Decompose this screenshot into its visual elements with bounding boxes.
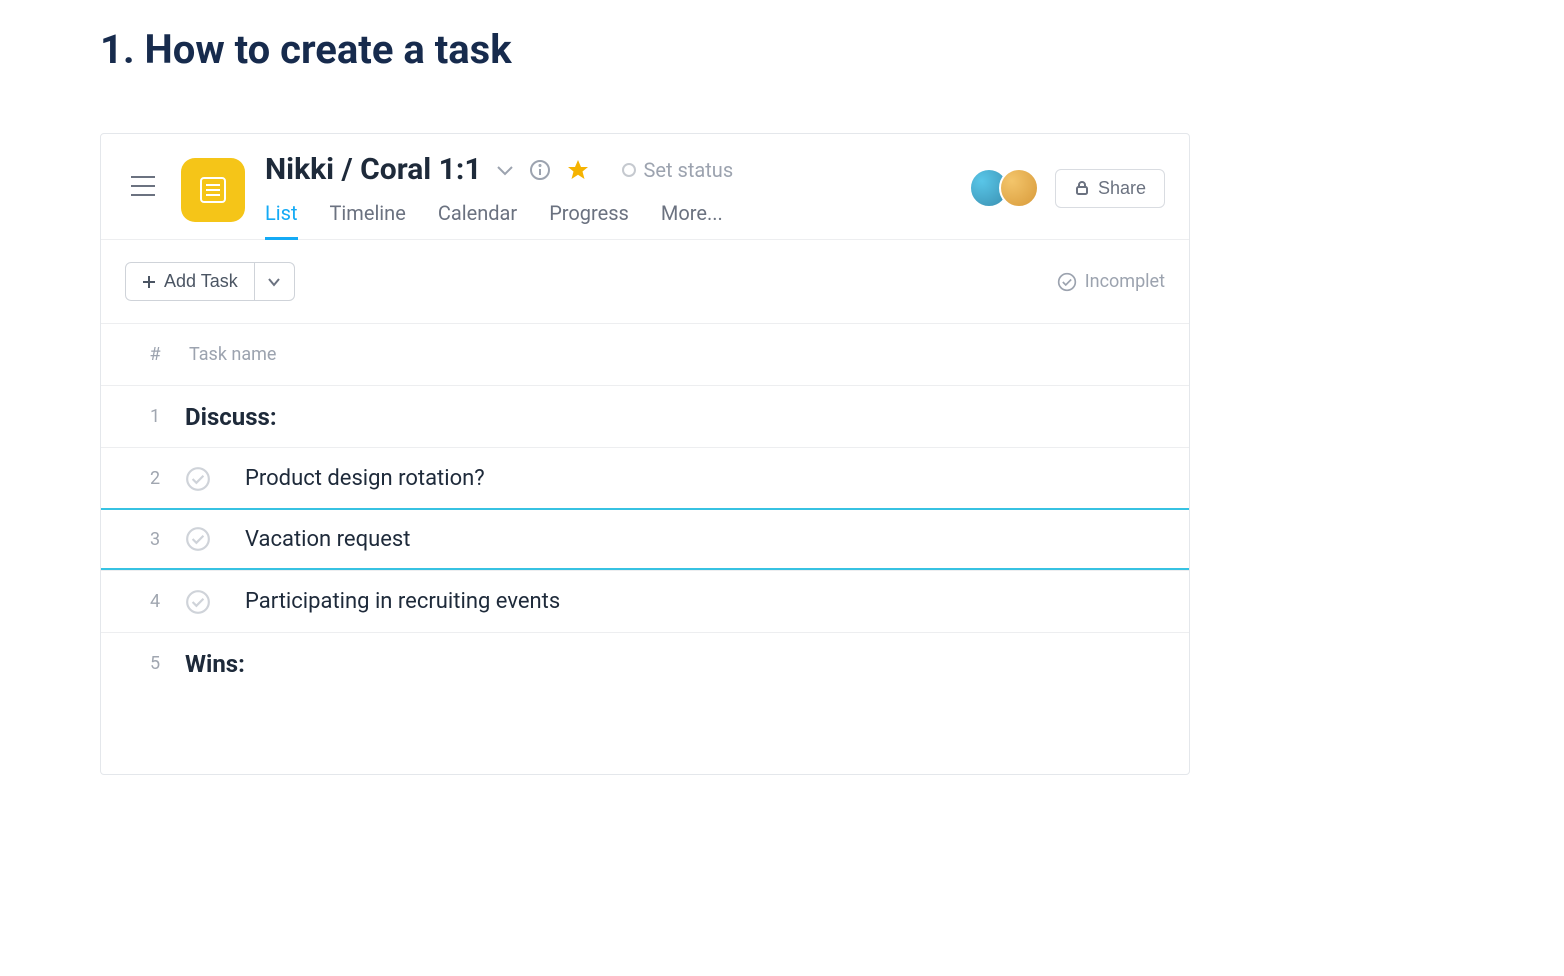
add-task-button[interactable]: Add Task (125, 262, 255, 301)
set-status-button[interactable]: Set status (622, 158, 734, 182)
tab-more-[interactable]: More... (661, 201, 723, 239)
tab-calendar[interactable]: Calendar (438, 201, 517, 239)
incomplete-filter[interactable]: Incomplet (1057, 271, 1165, 292)
add-task-dropdown[interactable] (255, 262, 295, 301)
complete-checkbox[interactable] (185, 589, 245, 615)
project-icon[interactable] (181, 158, 245, 222)
table-header-row: # Task name (101, 323, 1189, 385)
row-number: 4 (125, 591, 185, 612)
star-icon[interactable] (566, 158, 590, 182)
toolbar: Add Task Incomplet (101, 240, 1189, 323)
complete-checkbox[interactable] (185, 526, 245, 552)
row-number: 2 (125, 468, 185, 489)
project-title[interactable]: Nikki / Coral 1:1 (265, 152, 482, 187)
col-num: # (125, 344, 185, 365)
view-tabs: List Timeline Calendar Progress More... (265, 201, 949, 239)
section-name[interactable]: Wins: (185, 650, 1165, 678)
task-table: # Task name 1Discuss: 2 Product design rot… (101, 323, 1189, 694)
tab-timeline[interactable]: Timeline (330, 201, 406, 239)
header-main: Nikki / Coral 1:1 (265, 152, 949, 239)
task-row[interactable]: 2 Product design rotation? (101, 447, 1189, 509)
tab-list[interactable]: List (265, 201, 298, 239)
task-row[interactable]: 4 Participating in recruiting events (101, 570, 1189, 632)
task-row[interactable]: 5Wins: (101, 632, 1189, 694)
lock-icon (1074, 180, 1090, 196)
plus-icon (142, 275, 156, 289)
complete-checkbox[interactable] (185, 466, 245, 492)
col-name: Task name (185, 344, 1165, 365)
task-row[interactable]: 3 Vacation request (101, 508, 1189, 570)
set-status-label: Set status (644, 158, 734, 182)
add-task-label: Add Task (164, 271, 238, 292)
tab-progress[interactable]: Progress (549, 201, 629, 239)
row-number: 5 (125, 653, 185, 674)
app-header: Nikki / Coral 1:1 (101, 134, 1189, 240)
task-name[interactable]: Participating in recruiting events (245, 589, 1165, 614)
info-icon[interactable] (528, 158, 552, 182)
task-name[interactable]: Product design rotation? (245, 466, 1165, 491)
check-circle-icon[interactable] (185, 466, 211, 492)
avatar[interactable] (999, 168, 1039, 208)
check-circle-icon[interactable] (185, 526, 211, 552)
share-button[interactable]: Share (1055, 169, 1165, 208)
check-circle-icon (1057, 272, 1077, 292)
status-dot-icon (622, 163, 636, 177)
hamburger-icon[interactable] (125, 168, 161, 204)
task-name[interactable]: Vacation request (245, 527, 1165, 552)
task-row[interactable]: 1Discuss: (101, 385, 1189, 447)
add-task-group: Add Task (125, 262, 295, 301)
section-name[interactable]: Discuss: (185, 403, 1165, 431)
chevron-down-icon (267, 277, 281, 287)
app-frame: Nikki / Coral 1:1 (100, 133, 1190, 775)
avatar-stack[interactable] (969, 168, 1039, 208)
filter-label: Incomplet (1085, 271, 1165, 292)
page-heading: 1. How to create a task (100, 26, 1464, 73)
row-number: 3 (125, 529, 185, 550)
check-circle-icon[interactable] (185, 589, 211, 615)
title-row: Nikki / Coral 1:1 (265, 152, 949, 187)
header-right: Share (969, 168, 1165, 208)
row-number: 1 (125, 406, 185, 427)
share-label: Share (1098, 178, 1146, 199)
chevron-down-icon[interactable] (496, 164, 514, 176)
